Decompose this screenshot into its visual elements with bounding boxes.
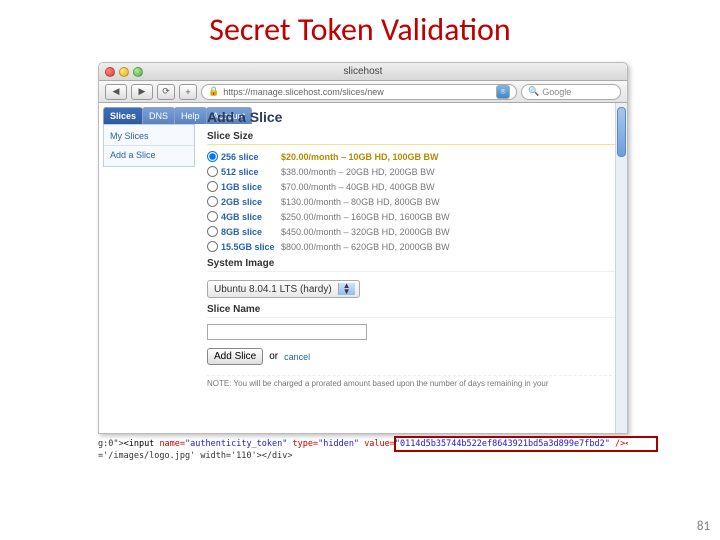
scrollbar[interactable] (615, 103, 627, 433)
size-option-desc: $450.00/month – 320GB HD, 2000GB BW (281, 227, 617, 237)
slice-name-input[interactable] (207, 324, 367, 340)
sidebar-link-my-slices[interactable]: My Slices (110, 129, 188, 143)
main-panel: Add a Slice Slice Size 256 slice$20.00/m… (199, 103, 627, 433)
size-radio[interactable] (207, 151, 218, 162)
callout-box (394, 436, 658, 452)
size-radio[interactable] (207, 196, 218, 207)
lock-icon: 🔒 (208, 86, 219, 97)
slide-title: Secret Token Validation (0, 0, 720, 49)
window-titlebar: slicehost (99, 63, 627, 81)
size-option-desc: $70.00/month – 40GB HD, 400GB BW (281, 182, 617, 192)
add-bookmark-button[interactable]: + (179, 84, 197, 100)
url-bar[interactable]: 🔒 https://manage.slicehost.com/slices/ne… (201, 84, 517, 100)
browser-window: slicehost ◀ ▶ ⟳ + 🔒 https://manage.slice… (98, 62, 628, 434)
page-number: 81 (697, 519, 710, 534)
size-radio[interactable] (207, 226, 218, 237)
system-image-label: System Image (207, 258, 617, 272)
tab-dns[interactable]: DNS (142, 107, 175, 124)
scrollbar-thumb[interactable] (617, 107, 626, 157)
system-image-value: Ubuntu 8.04.1 LTS (hardy) (214, 284, 332, 295)
system-image-select[interactable]: Ubuntu 8.04.1 LTS (hardy) ▲▼ (207, 280, 360, 298)
screenshot: slicehost ◀ ▶ ⟳ + 🔒 https://manage.slice… (98, 62, 628, 442)
size-option-desc: $130.00/month – 80GB HD, 800GB BW (281, 197, 617, 207)
size-radio[interactable] (207, 211, 218, 222)
forward-button[interactable]: ▶ (131, 84, 153, 100)
rss-icon[interactable]: ⌾ (496, 85, 510, 99)
size-option-desc: $38.00/month – 20GB HD, 200GB BW (281, 167, 617, 177)
size-option-desc: $800.00/month – 620GB HD, 2000GB BW (281, 242, 617, 252)
size-options: 256 slice$20.00/month – 10GB HD, 100GB B… (207, 151, 617, 252)
url-text: https://manage.slicehost.com/slices/new (223, 87, 384, 97)
slice-name-label: Slice Name (207, 304, 617, 318)
size-option-name: 1GB slice (221, 182, 281, 192)
size-option-name: 4GB slice (221, 212, 281, 222)
sidebar-box: My Slices Add a Slice (103, 124, 195, 167)
back-button[interactable]: ◀ (105, 84, 127, 100)
add-slice-button[interactable]: Add Slice (207, 348, 263, 365)
size-option-name: 15.5GB slice (221, 242, 281, 252)
tab-slices[interactable]: Slices (103, 107, 143, 124)
size-option-name: 256 slice (221, 152, 281, 162)
page-content: Slices DNS Help Account My Slices Add a … (99, 103, 627, 433)
size-option-desc: $20.00/month – 10GB HD, 100GB BW (281, 152, 617, 162)
size-option-name: 8GB slice (221, 227, 281, 237)
size-radio[interactable] (207, 181, 218, 192)
page-heading: Add a Slice (207, 109, 617, 125)
sidebar-tabs: Slices DNS Help Account (103, 107, 195, 124)
browser-toolbar: ◀ ▶ ⟳ + 🔒 https://manage.slicehost.com/s… (99, 81, 627, 103)
sidebar: Slices DNS Help Account My Slices Add a … (99, 103, 199, 433)
note-text: NOTE: You will be charged a prorated amo… (207, 375, 617, 388)
size-option-desc: $250.00/month – 160GB HD, 1600GB BW (281, 212, 617, 222)
slice-size-label: Slice Size (207, 131, 617, 145)
search-field[interactable]: 🔍 Google (521, 84, 621, 100)
window-title: slicehost (99, 66, 627, 77)
size-radio[interactable] (207, 166, 218, 177)
sidebar-link-add-slice[interactable]: Add a Slice (110, 148, 188, 162)
sidebar-divider (104, 145, 194, 146)
cancel-link[interactable]: cancel (284, 352, 310, 362)
or-text: or (269, 351, 278, 362)
search-placeholder: Google (542, 87, 571, 97)
reload-button[interactable]: ⟳ (157, 84, 175, 100)
size-option-name: 2GB slice (221, 197, 281, 207)
size-radio[interactable] (207, 241, 218, 252)
search-icon: 🔍 (528, 86, 539, 97)
size-option-name: 512 slice (221, 167, 281, 177)
chevron-updown-icon: ▲▼ (338, 283, 355, 295)
